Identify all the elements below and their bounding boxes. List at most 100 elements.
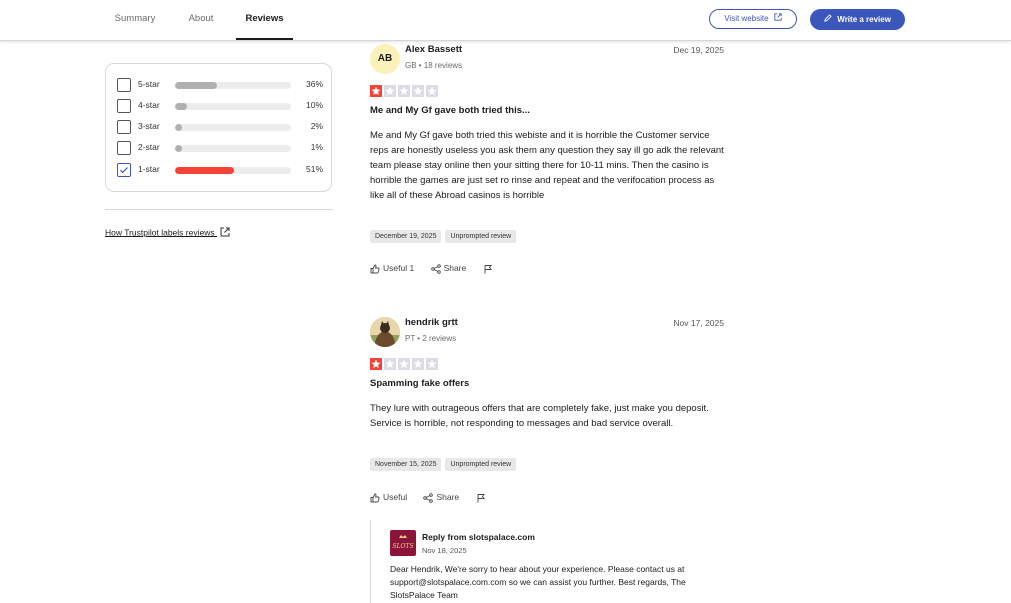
tab-summary[interactable]: Summary xyxy=(105,0,165,40)
how-labels-link-text: How Trustpilot labels reviews xyxy=(105,227,215,238)
reply-thread-line xyxy=(370,520,371,603)
filter-checkbox-checked[interactable] xyxy=(117,163,131,177)
filter-checkbox[interactable] xyxy=(117,120,131,134)
share-icon xyxy=(423,493,434,503)
report-button[interactable] xyxy=(483,263,496,274)
star-filter-card: 5-star 36% 4-star 10% 3-star 2% 2-star 1… xyxy=(105,63,332,192)
reviewer-meta: GB • 18 reviews xyxy=(405,61,463,70)
tab-reviews[interactable]: Reviews xyxy=(236,0,293,40)
filter-label: 3-star xyxy=(138,121,160,131)
review-title[interactable]: Me and My Gf gave both tried this... xyxy=(370,105,530,116)
filter-bar xyxy=(175,145,291,152)
write-review-label: Write a review xyxy=(837,15,891,24)
unprompted-review-badge[interactable]: Unprompted review xyxy=(445,230,517,243)
flag-icon xyxy=(477,494,485,503)
filter-percent: 36% xyxy=(305,79,323,89)
filter-percent: 10% xyxy=(305,100,323,110)
filter-bar xyxy=(175,167,291,174)
reviewer-name[interactable]: Alex Bassett xyxy=(405,44,462,55)
report-button[interactable] xyxy=(476,492,489,503)
share-button[interactable]: Share xyxy=(430,263,467,274)
external-link-icon xyxy=(220,227,230,239)
share-button[interactable]: Share xyxy=(423,492,459,503)
sidebar-divider xyxy=(105,209,333,210)
useful-label: Useful 1 xyxy=(383,263,415,274)
pencil-icon xyxy=(824,9,832,30)
external-link-icon xyxy=(774,10,782,28)
share-label: Share xyxy=(436,492,460,503)
filter-percent: 51% xyxy=(305,164,323,174)
write-review-button[interactable]: Write a review xyxy=(810,9,905,30)
useful-label: Useful xyxy=(383,492,408,503)
reply-title: Reply from slotspalace.com xyxy=(422,532,535,542)
how-labels-link[interactable]: How Trustpilot labels reviews xyxy=(105,227,230,239)
review-date: Nov 17, 2025 xyxy=(673,318,724,328)
filter-label: 4-star xyxy=(138,100,160,110)
top-nav-bar: Summary About Reviews Visit website Writ… xyxy=(0,0,1011,41)
filter-bar-fill xyxy=(175,167,235,174)
filter-bar xyxy=(175,103,291,110)
tab-about[interactable]: About xyxy=(178,0,224,40)
review-card: hendrik grtt PT • 2 reviews Nov 17, 2025… xyxy=(370,317,724,512)
company-logo-text: SLOTS xyxy=(392,543,414,550)
unprompted-review-badge[interactable]: Unprompted review xyxy=(445,458,517,471)
filter-bar-fill xyxy=(175,103,187,110)
filter-bar-fill xyxy=(175,145,182,152)
filter-percent: 2% xyxy=(310,121,323,131)
filter-bar xyxy=(175,124,291,131)
star-icon xyxy=(412,85,424,97)
reviewer-meta: PT • 2 reviews xyxy=(405,334,457,343)
visit-website-label: Visit website xyxy=(724,14,769,24)
thumbs-up-icon xyxy=(370,493,380,503)
review-actions: Useful Share xyxy=(370,492,503,506)
thumbs-up-icon xyxy=(370,264,380,274)
star-icon xyxy=(398,358,410,370)
review-card: AB Alex Bassett GB • 18 reviews Dec 19, … xyxy=(370,44,724,284)
star-icon xyxy=(384,85,396,97)
avatar-photo xyxy=(370,317,400,347)
check-icon xyxy=(120,167,128,174)
reply-date: Nov 18, 2025 xyxy=(422,546,467,555)
star-icon xyxy=(426,358,438,370)
star-icon xyxy=(426,85,438,97)
experience-date-badge: December 19, 2025 xyxy=(370,230,442,243)
flag-icon xyxy=(484,265,492,274)
review-body: They lure with outrageous offers that ar… xyxy=(370,403,709,429)
useful-button[interactable]: Useful 1 xyxy=(370,263,414,274)
review-title[interactable]: Spamming fake offers xyxy=(370,378,469,389)
filter-row-2-star[interactable]: 2-star 1% xyxy=(117,141,323,157)
filter-checkbox[interactable] xyxy=(117,78,131,92)
filter-row-4-star[interactable]: 4-star 10% xyxy=(117,99,323,115)
experience-date-badge: November 15, 2025 xyxy=(370,458,442,471)
avatar[interactable]: AB xyxy=(370,44,400,74)
star-icon xyxy=(384,358,396,370)
company-logo: SLOTS xyxy=(390,530,416,556)
star-rating xyxy=(370,358,440,370)
star-icon xyxy=(398,85,410,97)
filter-bar-fill xyxy=(175,82,217,89)
star-rating xyxy=(370,85,440,97)
star-icon xyxy=(412,358,424,370)
review-chips: December 19, 2025 Unprompted review xyxy=(370,230,520,243)
review-chips: November 15, 2025 Unprompted review xyxy=(370,458,520,471)
useful-button[interactable]: Useful xyxy=(370,492,407,503)
star-icon xyxy=(370,358,382,370)
filter-label: 1-star xyxy=(138,164,160,174)
visit-website-button[interactable]: Visit website xyxy=(709,9,797,29)
filter-percent: 1% xyxy=(310,142,323,152)
filter-row-3-star[interactable]: 3-star 2% xyxy=(117,120,323,136)
reviewer-name[interactable]: hendrik grtt xyxy=(405,317,458,328)
avatar[interactable] xyxy=(370,317,400,347)
filter-label: 2-star xyxy=(138,142,160,152)
filter-checkbox[interactable] xyxy=(117,141,131,155)
reply-body: Dear Hendrik, We're sorry to hear about … xyxy=(390,564,686,600)
filter-bar xyxy=(175,82,291,89)
filter-bar-fill xyxy=(175,124,182,131)
share-label: Share xyxy=(443,263,467,274)
filter-checkbox[interactable] xyxy=(117,99,131,113)
filter-label: 5-star xyxy=(138,79,160,89)
filter-row-1-star[interactable]: 1-star 51% xyxy=(117,163,323,179)
star-icon xyxy=(370,85,382,97)
filter-row-5-star[interactable]: 5-star 36% xyxy=(117,78,323,94)
share-icon xyxy=(430,264,441,274)
